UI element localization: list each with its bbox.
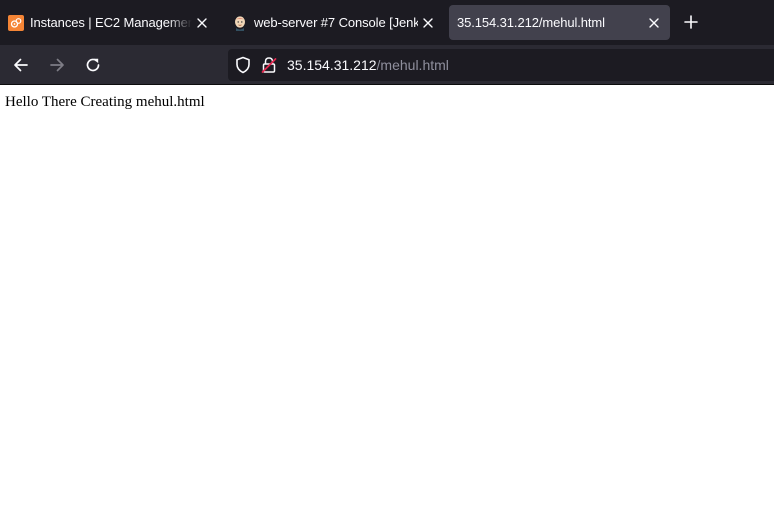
page-body-text: Hello There Creating mehul.html (5, 94, 205, 110)
new-tab-button[interactable] (680, 11, 702, 33)
back-button[interactable] (9, 53, 33, 77)
navigation-toolbar: 35.154.31.212/mehul.html (0, 45, 774, 85)
tab-ec2-instances[interactable]: Instances | EC2 Management Console (0, 5, 216, 40)
browser-window: Instances | EC2 Management Console web-s… (0, 0, 774, 520)
reload-icon (84, 56, 102, 74)
jenkins-icon (232, 15, 248, 31)
aws-ec2-icon (8, 14, 24, 31)
url-path: /mehul.html (376, 57, 449, 73)
tab-jenkins-console[interactable]: web-server #7 Console [Jenkins] (224, 5, 442, 40)
close-icon[interactable] (646, 15, 662, 31)
arrow-right-icon (48, 56, 66, 74)
plus-icon (683, 14, 699, 30)
forward-button[interactable] (45, 53, 69, 77)
tab-title: Instances | EC2 Management Console (30, 15, 192, 30)
tab-mehul-page[interactable]: 35.154.31.212/mehul.html (449, 5, 670, 40)
url-text[interactable]: 35.154.31.212/mehul.html (287, 57, 449, 73)
tab-title: 35.154.31.212/mehul.html (457, 15, 605, 30)
insecure-lock-icon[interactable] (260, 56, 278, 74)
close-icon[interactable] (194, 15, 210, 31)
tab-strip: Instances | EC2 Management Console web-s… (0, 0, 774, 45)
shield-icon[interactable] (234, 56, 252, 74)
arrow-left-icon (12, 56, 30, 74)
tab-title: web-server #7 Console [Jenkins] (254, 15, 418, 30)
page-content: Hello There Creating mehul.html (0, 86, 774, 520)
reload-button[interactable] (81, 53, 105, 77)
url-host: 35.154.31.212 (287, 57, 377, 73)
address-bar[interactable]: 35.154.31.212/mehul.html (228, 49, 774, 81)
close-icon[interactable] (420, 15, 436, 31)
